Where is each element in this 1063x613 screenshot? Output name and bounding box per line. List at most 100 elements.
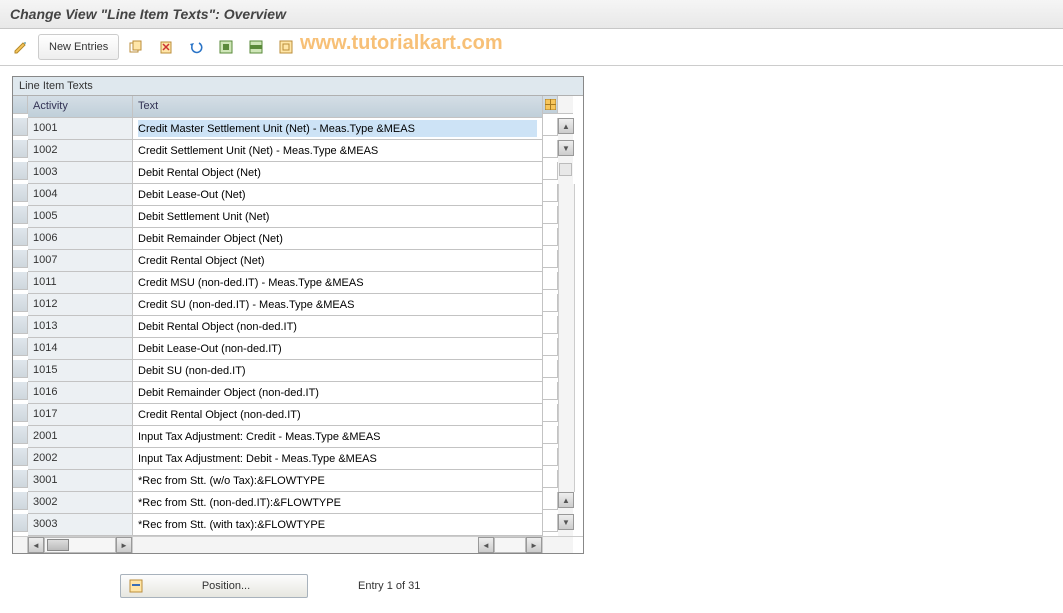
vscroll-track[interactable] — [558, 404, 575, 426]
text-input[interactable] — [138, 362, 537, 379]
row-selector[interactable] — [13, 382, 28, 400]
row-selector[interactable] — [13, 162, 28, 180]
text-input[interactable] — [138, 120, 537, 137]
row-selector[interactable] — [13, 118, 28, 136]
vscroll-track[interactable] — [558, 360, 575, 382]
vscroll-down-step-button[interactable]: ▼ — [558, 140, 574, 156]
row-selector[interactable] — [13, 228, 28, 246]
vscroll-thumb[interactable] — [559, 163, 572, 176]
hscroll-left-button[interactable]: ◄ — [28, 537, 44, 553]
row-selector[interactable] — [13, 360, 28, 378]
text-input[interactable] — [138, 164, 537, 181]
vscroll-track[interactable] — [558, 206, 575, 228]
row-selector[interactable] — [13, 184, 28, 202]
new-entries-button[interactable]: New Entries — [38, 34, 119, 60]
column-header-activity[interactable]: Activity — [28, 96, 133, 118]
text-input[interactable] — [138, 208, 537, 225]
vscroll-track[interactable] — [558, 272, 575, 294]
other-view-button[interactable] — [8, 36, 34, 58]
text-input[interactable] — [138, 318, 537, 335]
text-input[interactable] — [138, 230, 537, 247]
cell-text[interactable] — [133, 206, 543, 228]
row-selector[interactable] — [13, 206, 28, 224]
hscroll-track-2[interactable] — [494, 537, 526, 553]
row-selector[interactable] — [13, 294, 28, 312]
select-block-button[interactable] — [243, 36, 269, 58]
cell-text[interactable] — [133, 228, 543, 250]
text-input[interactable] — [138, 274, 537, 291]
vscroll-track[interactable] — [558, 228, 575, 250]
row-selector[interactable] — [13, 426, 28, 444]
text-input[interactable] — [138, 252, 537, 269]
undo-change-button[interactable] — [183, 36, 209, 58]
column-header-text[interactable]: Text — [133, 96, 543, 118]
text-input[interactable] — [138, 516, 537, 533]
cell-text[interactable] — [133, 426, 543, 448]
text-input[interactable] — [138, 472, 537, 489]
vscroll-track[interactable] — [558, 338, 575, 360]
row-selector[interactable] — [13, 404, 28, 422]
row-selector[interactable] — [13, 272, 28, 290]
cell-activity: 1001 — [28, 118, 133, 140]
cell-text[interactable] — [133, 470, 543, 492]
configure-columns-button[interactable] — [543, 96, 558, 114]
row-selector[interactable] — [13, 492, 28, 510]
cell-text[interactable] — [133, 184, 543, 206]
vscroll-track[interactable] — [558, 426, 575, 448]
cell-text[interactable] — [133, 140, 543, 162]
text-input[interactable] — [138, 186, 537, 203]
row-selector[interactable] — [13, 316, 28, 334]
row-selector[interactable] — [13, 470, 28, 488]
text-input[interactable] — [138, 406, 537, 423]
hscroll-right-button-2[interactable]: ► — [526, 537, 542, 553]
cell-text[interactable] — [133, 404, 543, 426]
cell-pad — [543, 272, 558, 290]
cell-text[interactable] — [133, 272, 543, 294]
text-input[interactable] — [138, 340, 537, 357]
text-input[interactable] — [138, 428, 537, 445]
table-row: 1001 ▲ — [13, 118, 583, 140]
cell-text[interactable] — [133, 514, 543, 536]
delete-button[interactable] — [153, 36, 179, 58]
vscroll-track[interactable] — [558, 382, 575, 404]
deselect-all-button[interactable] — [273, 36, 299, 58]
vscroll-down-button[interactable]: ▼ — [558, 514, 574, 530]
cell-text[interactable] — [133, 118, 543, 140]
cell-text[interactable] — [133, 294, 543, 316]
row-selector[interactable] — [13, 514, 28, 532]
cell-text[interactable] — [133, 492, 543, 514]
row-selector-header[interactable] — [13, 96, 28, 114]
row-selector[interactable] — [13, 250, 28, 268]
text-input[interactable] — [138, 142, 537, 159]
hscroll-right-button[interactable]: ► — [116, 537, 132, 553]
row-selector[interactable] — [13, 140, 28, 158]
copy-as-button[interactable] — [123, 36, 149, 58]
vscroll-up-step-button[interactable]: ▲ — [558, 492, 574, 508]
vscroll-track[interactable] — [558, 316, 575, 338]
row-selector[interactable] — [13, 338, 28, 356]
vscroll-cell — [558, 382, 573, 404]
vscroll-track[interactable] — [558, 470, 575, 492]
vscroll-track[interactable] — [558, 184, 575, 206]
hscroll-left-button-2[interactable]: ◄ — [478, 537, 494, 553]
position-button[interactable]: Position... — [120, 574, 308, 598]
hscroll-track[interactable] — [44, 537, 116, 553]
text-input[interactable] — [138, 494, 537, 511]
text-input[interactable] — [138, 450, 537, 467]
text-input[interactable] — [138, 384, 537, 401]
cell-text[interactable] — [133, 250, 543, 272]
cell-text[interactable] — [133, 162, 543, 184]
cell-text[interactable] — [133, 382, 543, 404]
cell-text[interactable] — [133, 360, 543, 382]
cell-text[interactable] — [133, 338, 543, 360]
vscroll-track[interactable] — [558, 250, 575, 272]
vscroll-track[interactable] — [558, 448, 575, 470]
vscroll-up-button[interactable]: ▲ — [558, 118, 574, 134]
row-selector[interactable] — [13, 448, 28, 466]
hscroll-thumb[interactable] — [47, 539, 69, 551]
select-all-button[interactable] — [213, 36, 239, 58]
cell-text[interactable] — [133, 316, 543, 338]
vscroll-track[interactable] — [558, 294, 575, 316]
cell-text[interactable] — [133, 448, 543, 470]
text-input[interactable] — [138, 296, 537, 313]
